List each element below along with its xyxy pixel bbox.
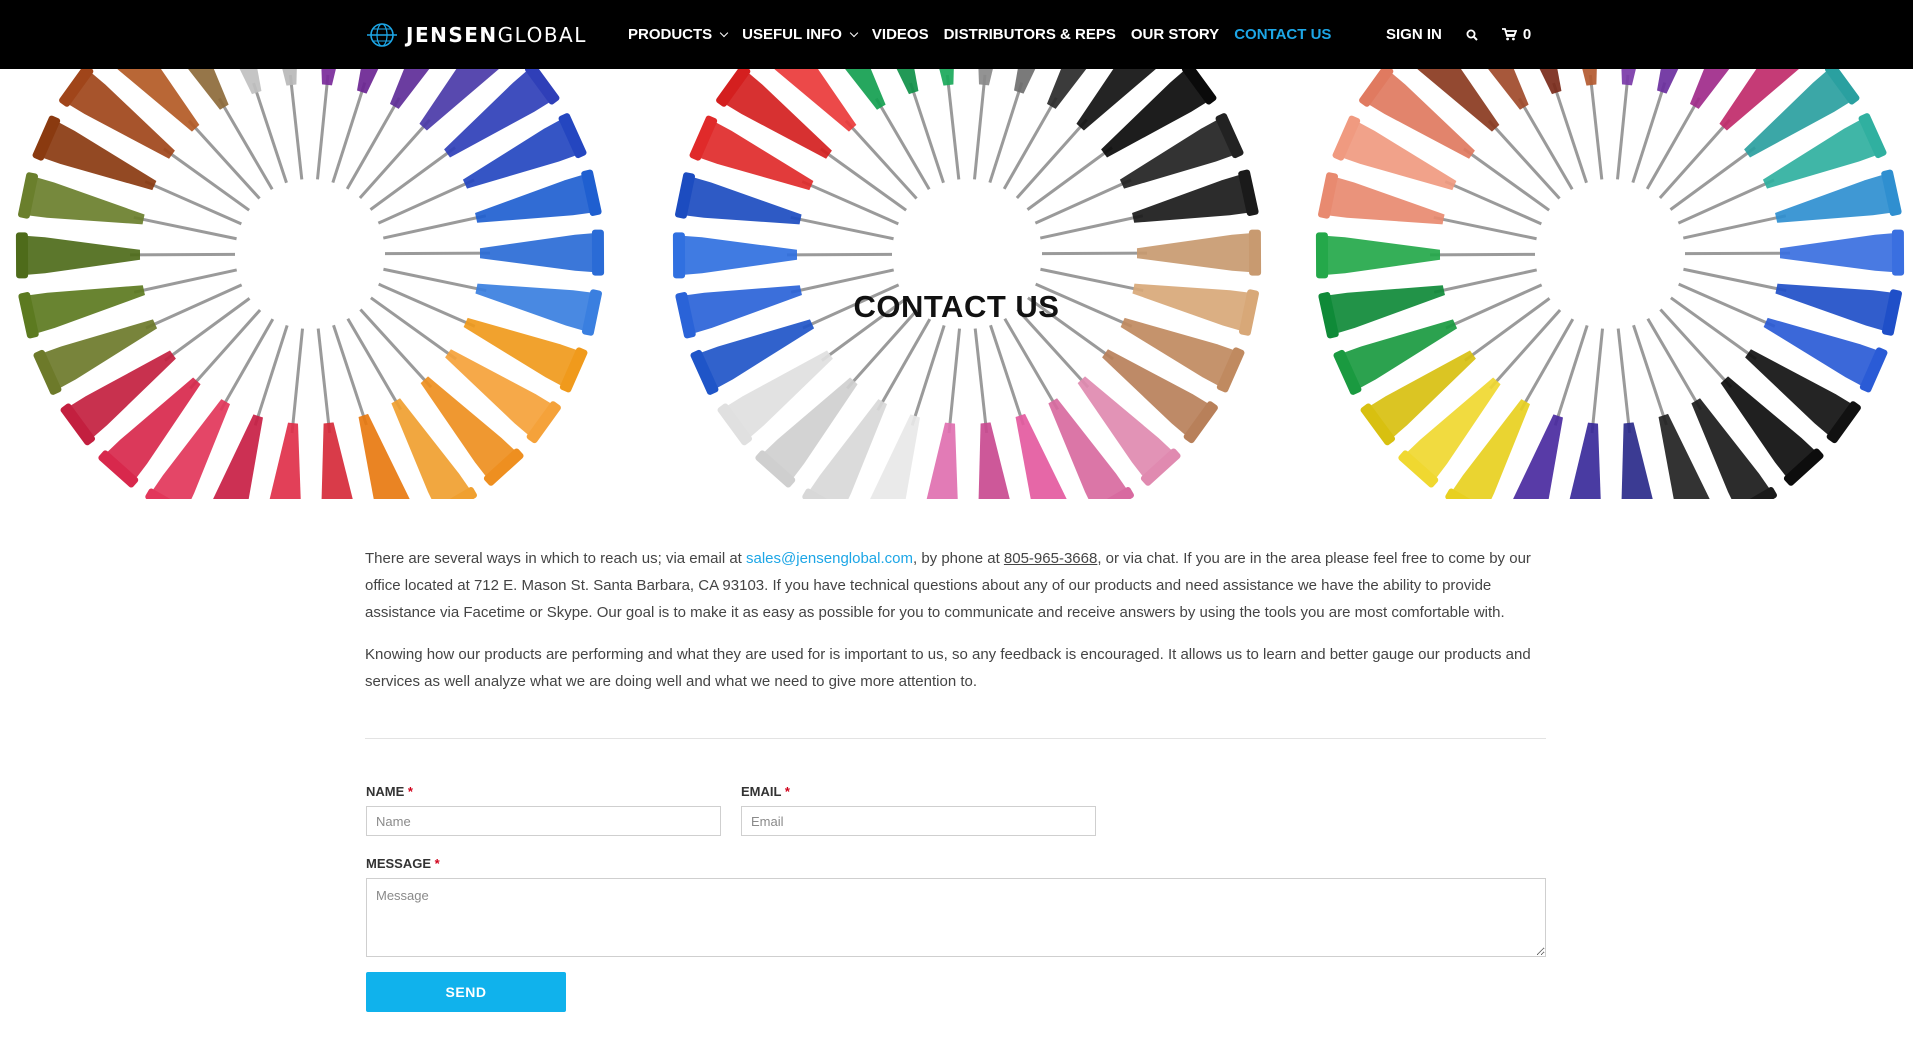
needle-wheel-right xyxy=(1315,69,1905,499)
search-icon xyxy=(1466,29,1478,41)
chevron-down-icon xyxy=(719,28,729,37)
message-label: MESSAGE * xyxy=(366,856,440,871)
nav-item-contact-us[interactable]: CONTACT US xyxy=(1234,26,1331,43)
needle-hub xyxy=(1561,328,1605,499)
brand-name-light: GLOBAL xyxy=(497,23,587,47)
cart-count: 0 xyxy=(1522,26,1532,43)
nav-item-distributors-reps[interactable]: DISTRIBUTORS & REPS xyxy=(944,26,1116,43)
message-label-text: MESSAGE xyxy=(366,856,432,871)
message-textarea[interactable] xyxy=(366,878,1546,957)
intro-text-b: , by phone at xyxy=(913,550,1004,567)
nav-item-label: PRODUCTS xyxy=(628,26,713,43)
cart-icon xyxy=(1501,28,1517,41)
nav-item-products[interactable]: PRODUCTS xyxy=(628,26,729,43)
email-link[interactable]: sales@jensenglobal.com xyxy=(746,550,913,567)
search-button[interactable] xyxy=(1466,29,1478,41)
name-label: NAME * xyxy=(366,784,413,799)
needle-hub xyxy=(1400,69,1561,200)
intro-text-a: There are several ways in which to reach… xyxy=(365,550,746,567)
needle-hub xyxy=(1558,69,1604,180)
chevron-down-icon xyxy=(849,28,859,37)
section-divider xyxy=(365,738,1546,739)
needle-hub xyxy=(1658,69,1818,200)
nav-item-label: VIDEOS xyxy=(871,26,929,43)
brand-name: JENSENGLOBAL xyxy=(406,23,587,47)
needle-hub xyxy=(100,69,261,200)
needle-hub xyxy=(15,232,236,279)
site-header: JENSENGLOBAL PRODUCTS USEFUL INFO VIDEOS DI… xyxy=(0,0,1913,69)
email-label-text: EMAIL xyxy=(741,784,782,799)
nav-item-our-story[interactable]: OUR STORY xyxy=(1131,26,1219,43)
needle-hub xyxy=(672,232,893,279)
required-marker: * xyxy=(434,856,440,871)
nav-item-useful-info[interactable]: USEFUL INFO xyxy=(742,26,859,43)
needle-hub xyxy=(915,69,961,180)
nav-item-label: OUR STORY xyxy=(1130,26,1220,43)
nav-item-label: USEFUL INFO xyxy=(742,26,842,43)
needle-hub xyxy=(358,69,518,200)
needle-hub xyxy=(757,69,918,200)
needle-hub xyxy=(258,69,304,180)
needle-hub xyxy=(384,229,605,276)
needle-hub xyxy=(261,328,305,499)
main-nav: PRODUCTS USEFUL INFO VIDEOS DISTRIBUTORS & … xyxy=(628,0,1331,69)
page-title: CONTACT US xyxy=(853,289,1060,324)
intro-paragraph-2: Knowing how our products are performing … xyxy=(365,646,1531,690)
cart-button[interactable]: 0 xyxy=(1501,26,1532,43)
needle-hub xyxy=(918,328,962,499)
needle-hub xyxy=(316,328,362,499)
nav-item-videos[interactable]: VIDEOS xyxy=(872,26,929,43)
utility-nav: SIGN IN 0 xyxy=(1386,0,1531,69)
needle-hub xyxy=(973,328,1019,499)
nav-item-label: DISTRIBUTORS & REPS xyxy=(943,26,1116,43)
needle-wheel-center xyxy=(672,69,1262,499)
send-button[interactable]: SEND xyxy=(366,972,566,1012)
nav-item-label: CONTACT US xyxy=(1234,26,1332,43)
globe-icon xyxy=(367,23,397,47)
name-input[interactable] xyxy=(366,806,721,836)
required-marker: * xyxy=(407,784,413,799)
sign-in-link[interactable]: SIGN IN xyxy=(1386,26,1442,43)
contact-intro: There are several ways in which to reach… xyxy=(365,545,1546,710)
phone-link[interactable]: 805-965-3668 xyxy=(1004,550,1097,567)
needle-hub xyxy=(1684,229,1905,276)
needle-hub xyxy=(1015,69,1175,200)
required-marker: * xyxy=(784,784,790,799)
intro-paragraph-1: There are several ways in which to reach… xyxy=(365,545,1546,626)
needle-wheel-left xyxy=(15,69,605,499)
needle-hub xyxy=(1041,229,1262,276)
hero-banner: CONTACT US xyxy=(0,69,1913,499)
needle-hub xyxy=(1315,232,1536,279)
email-input[interactable] xyxy=(741,806,1096,836)
brand-name-bold: JENSEN xyxy=(406,23,498,47)
needle-hub xyxy=(1616,328,1662,499)
brand-logo[interactable]: JENSENGLOBAL xyxy=(366,21,587,49)
name-label-text: NAME xyxy=(366,784,405,799)
email-label: EMAIL * xyxy=(741,784,790,799)
